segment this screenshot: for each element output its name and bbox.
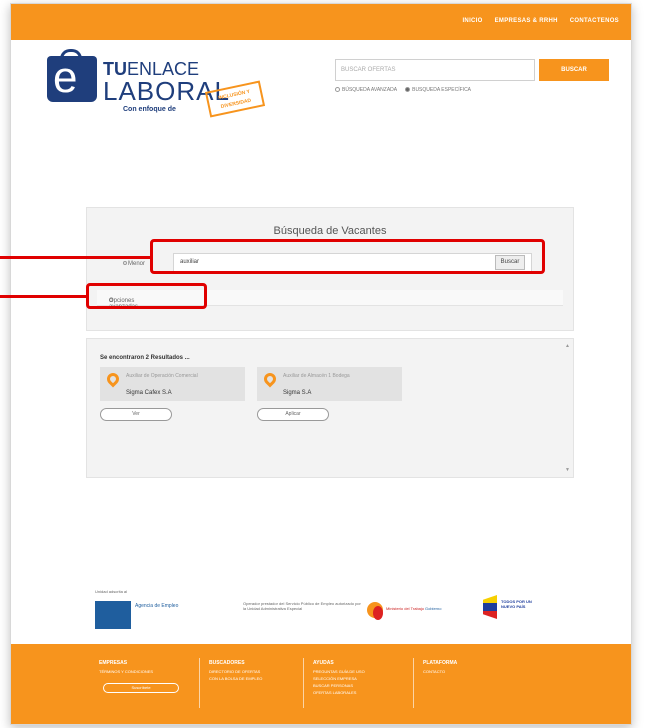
servicio-empleo-logo: Unidad adscrita al Agencia de Empleo [95,589,215,634]
footer-link[interactable]: CON LA BOLSA DE EMPLEO [209,675,262,682]
nav-contacto[interactable]: CONTACTENOS [570,18,619,24]
annotation-highlight-advanced [86,283,207,309]
bag-icon: e [47,49,97,102]
footer-col-ayudas: AYUDAS PREGUNTAS GUÍA DE USO SELECCIÓN E… [313,660,365,696]
radio-icon [405,87,411,93]
browser-window: INICIO EMPRESAS & RRHH CONTACTENOS e TUE… [10,3,632,725]
footer-divider [303,658,304,708]
annotation-pointer-line [0,295,88,298]
footer-divider [199,658,200,708]
top-nav-bar: INICIO EMPRESAS & RRHH CONTACTENOS [11,4,631,40]
footer-link[interactable]: OFERTAS LABORALES [313,689,365,696]
footer-link[interactable]: CONTACTO [423,668,457,675]
header-search-button[interactable]: BUSCAR [539,59,609,81]
location-pin-icon [104,370,122,388]
result-company: Sigma Cafex S.A [126,390,172,396]
result-action-button[interactable]: Aplicar [257,408,329,421]
result-company: Sigma S.A [283,390,312,396]
result-meta: Auxiliar de Almacén 1 Bodega [283,373,350,379]
mintrabajo-logo-icon [373,606,383,620]
partners-description: Operador prestador del Servicio Público … [243,601,361,611]
scroll-up-icon[interactable]: ▲ [565,343,570,349]
result-card[interactable]: Auxiliar de Operación Comercial Sigma Ca… [100,367,245,401]
results-panel: Se encontraron 2 Resultados ... ▲ ▼ Auxi… [86,338,574,478]
top-nav: INICIO EMPRESAS & RRHH CONTACTENOS [462,18,619,24]
result-card[interactable]: Auxiliar de Almacén 1 Bodega Sigma S.A [257,367,402,401]
header-search-options: BÚSQUEDA AVANZADA BUSQUEDA ESPECÍFICA [335,87,471,93]
location-pin-icon [261,370,279,388]
scroll-down-icon[interactable]: ▼ [565,467,570,473]
footer-link[interactable]: DIRECTORIO DE OFERTAS [209,668,262,675]
results-count: Se encontraron 2 Resultados ... [100,355,190,361]
result-action-button[interactable]: Ver [100,408,172,421]
option-specific[interactable]: BUSQUEDA ESPECÍFICA [405,87,471,93]
nav-inicio[interactable]: INICIO [462,18,482,24]
header-search-input[interactable]: BUSCAR OFERTAS [335,59,535,81]
footer-col-plataforma: PLATAFORMA CONTACTO [423,660,458,675]
footer-link[interactable]: BUSCAR PERSONAS [313,682,365,689]
radio-icon [123,261,127,266]
logo-sub: Con enfoque de [123,106,176,113]
footer-link[interactable]: SELECCIÓN EMPRESA [313,675,365,682]
footer-link[interactable]: PREGUNTAS GUÍA DE USO [313,668,365,675]
footer-link[interactable]: TÉRMINOS Y CONDICIONES [99,669,153,674]
gobierno-logo: Gobierno [425,606,442,611]
annotation-highlight-search [150,239,545,274]
option-advanced[interactable]: BÚSQUEDA AVANZADA [335,87,397,93]
subscribe-button[interactable]: Suscríbete [103,683,179,693]
radio-icon [335,87,340,93]
partners-strip: Unidad adscrita al Agencia de Empleo Ope… [11,589,631,639]
footer: EMPRESAS TÉRMINOS Y CONDICIONES Suscríbe… [11,644,631,724]
todos-por-nuevo-pais-logo: TODOS POR UN NUEVO PAÍS [483,595,543,625]
nav-empresas[interactable]: EMPRESAS & RRHH [495,18,558,24]
field-label[interactable]: Menor [123,261,145,267]
search-panel-title: Búsqueda de Vacantes [273,225,387,237]
mintrabajo-label: Ministerio del Trabajo [386,606,425,611]
site-logo[interactable]: e TUENLACE LABORAL Con enfoque de INCLUS… [47,49,287,126]
footer-divider [413,658,414,708]
annotation-pointer-line [0,256,152,259]
footer-col-buscadores: BUSCADORES DIRECTORIO DE OFERTAS CON LA … [209,660,263,682]
result-meta: Auxiliar de Operación Comercial [126,373,198,379]
footer-col-empresas: EMPRESAS TÉRMINOS Y CONDICIONES [99,660,154,674]
